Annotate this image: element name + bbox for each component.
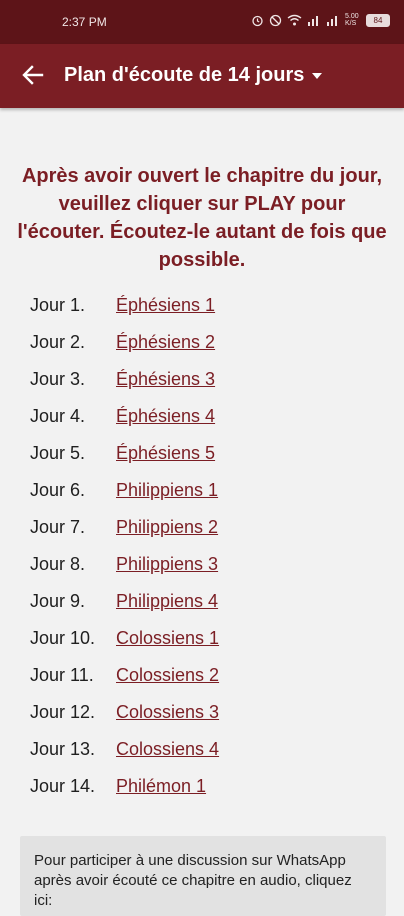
list-item: Jour 5. Éphésiens 5 <box>30 435 370 472</box>
chapter-link[interactable]: Philippiens 1 <box>116 480 218 501</box>
status-time: 2:37 PM <box>62 15 107 29</box>
do-not-disturb-icon <box>269 14 282 26</box>
app-bar: Plan d'écoute de 14 jours <box>0 44 404 108</box>
chapter-link[interactable]: Colossiens 4 <box>116 739 219 760</box>
status-bar: 2:37 PM 5.00 K/S 84 <box>0 0 404 44</box>
chapter-link[interactable]: Colossiens 1 <box>116 628 219 649</box>
chapter-link[interactable]: Philippiens 3 <box>116 554 218 575</box>
day-label: Jour 9. <box>30 591 86 611</box>
day-label: Jour 5. <box>30 443 86 463</box>
day-label: Jour 6. <box>30 480 86 500</box>
caret-down-icon <box>312 72 323 79</box>
list-item: Jour 10. Colossiens 1 <box>30 620 370 657</box>
day-label: Jour 4. <box>30 406 86 426</box>
day-label: Jour 1. <box>30 295 86 315</box>
list-item: Jour 8. Philippiens 3 <box>30 546 370 583</box>
day-label: Jour 13. <box>30 739 96 759</box>
list-item: Jour 7. Philippiens 2 <box>30 509 370 546</box>
day-label: Jour 7. <box>30 517 86 537</box>
whatsapp-note: Pour participer à une discussion sur Wha… <box>34 852 352 909</box>
status-icons: 5.00 K/S 84 <box>251 13 390 27</box>
day-label: Jour 14. <box>30 776 96 796</box>
list-item: Jour 12. Colossiens 3 <box>30 694 370 731</box>
plan-selector[interactable]: Plan d'écoute de 14 jours <box>64 64 323 87</box>
chapter-link[interactable]: Éphésiens 5 <box>116 443 215 464</box>
network-speed: 5.00 K/S <box>345 13 359 27</box>
list-item: Jour 13. Colossiens 4 <box>30 731 370 768</box>
day-label: Jour 12. <box>30 702 96 722</box>
chapter-link[interactable]: Éphésiens 3 <box>116 369 215 390</box>
chapter-link[interactable]: Éphésiens 1 <box>116 295 215 316</box>
whatsapp-discussion-box[interactable]: Pour participer à une discussion sur Wha… <box>20 836 386 916</box>
alarm-icon <box>252 15 263 26</box>
day-label: Jour 2. <box>30 332 86 352</box>
list-item: Jour 4. Éphésiens 4 <box>30 398 370 435</box>
chapter-link[interactable]: Philémon 1 <box>116 776 206 797</box>
day-label: Jour 10. <box>30 628 96 648</box>
reading-plan-list: Jour 1. Éphésiens 1 Jour 2. Éphésiens 2 Jour… <box>30 287 370 805</box>
day-label: Jour 3. <box>30 369 86 389</box>
instruction-text: Après avoir ouvert le chapitre du jour, … <box>17 165 387 271</box>
chapter-link[interactable]: Philippiens 2 <box>116 517 218 538</box>
list-item: Jour 14. Philémon 1 <box>30 768 370 805</box>
chapter-link[interactable]: Éphésiens 4 <box>116 406 215 427</box>
chapter-link[interactable]: Colossiens 2 <box>116 665 219 686</box>
signal-icon-2 <box>327 16 337 26</box>
chapter-link[interactable]: Éphésiens 2 <box>116 332 215 353</box>
list-item: Jour 11. Colossiens 2 <box>30 657 370 694</box>
day-label: Jour 8. <box>30 554 86 574</box>
arrow-left-icon[interactable] <box>20 62 46 88</box>
list-item: Jour 1. Éphésiens 1 <box>30 287 370 324</box>
list-item: Jour 3. Éphésiens 3 <box>30 361 370 398</box>
wifi-icon <box>287 14 302 26</box>
list-item: Jour 2. Éphésiens 2 <box>30 324 370 361</box>
signal-icon <box>308 16 318 26</box>
day-label: Jour 11. <box>30 665 94 685</box>
chapter-link[interactable]: Philippiens 4 <box>116 591 218 612</box>
page-title: Plan d'écoute de 14 jours <box>64 64 305 86</box>
chapter-link[interactable]: Colossiens 3 <box>116 702 219 723</box>
list-item: Jour 9. Philippiens 4 <box>30 583 370 620</box>
list-item: Jour 6. Philippiens 1 <box>30 472 370 509</box>
battery-icon: 84 <box>366 13 390 27</box>
